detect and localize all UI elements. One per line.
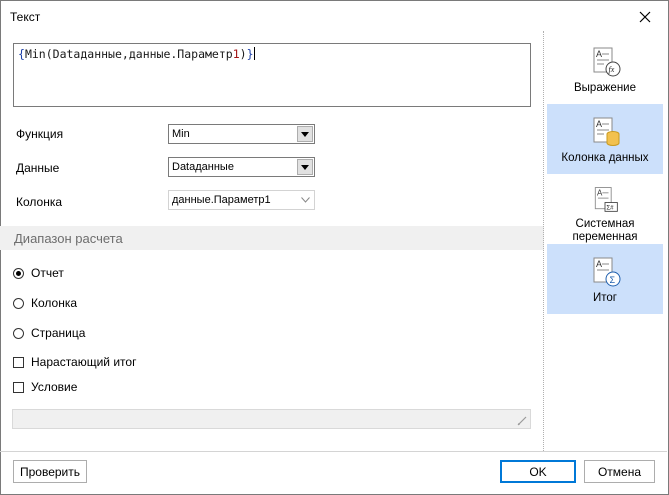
svg-text:A: A: [597, 188, 603, 197]
chevron-down-icon: [301, 164, 309, 170]
sidebar-item-expression[interactable]: A fx Выражение: [547, 34, 663, 104]
panel-divider: [543, 31, 544, 451]
expr-close-paren: ): [239, 47, 247, 61]
svg-text:A: A: [596, 119, 602, 129]
expr-open-paren: (: [45, 47, 53, 61]
title-bar: Текст: [1, 1, 668, 32]
radio-button-selected[interactable]: [13, 267, 24, 279]
column-dropdown-button[interactable]: [297, 192, 313, 208]
expr-arg2-num: 1: [232, 47, 240, 61]
data-select[interactable]: Dataданные: [168, 157, 315, 177]
svg-text:Σ#: Σ#: [606, 205, 614, 212]
data-dropdown-button[interactable]: [297, 159, 313, 175]
radio-button[interactable]: [13, 327, 24, 339]
edit-pencil-icon[interactable]: [517, 416, 527, 426]
sidebar-item-expression-label: Выражение: [574, 82, 636, 94]
radio-button[interactable]: [13, 297, 24, 309]
window-title: Текст: [10, 10, 41, 24]
svg-text:A: A: [596, 49, 602, 59]
expr-open-brace: {: [18, 47, 25, 61]
condition-label: Условие: [31, 380, 78, 394]
function-select[interactable]: Min: [168, 124, 315, 144]
column-label: Колонка: [16, 195, 63, 209]
svg-text:A: A: [596, 259, 602, 269]
condition-expression-field[interactable]: [12, 409, 531, 429]
radio-column[interactable]: Колонка: [13, 296, 77, 310]
summary-icon: A Σ: [593, 257, 621, 287]
close-icon: [639, 11, 651, 22]
function-dropdown-button[interactable]: [297, 126, 313, 142]
expression-icon: A fx: [593, 47, 621, 77]
cancel-button[interactable]: Отмена: [584, 460, 655, 483]
radio-page[interactable]: Страница: [13, 326, 85, 340]
chevron-down-icon: [300, 197, 310, 203]
sidebar-item-data-column-label: Колонка данных: [561, 152, 649, 164]
svg-text:Σ: Σ: [610, 275, 616, 285]
expr-close-brace: }: [246, 47, 254, 61]
expression-editor[interactable]: {Min(Dataданные,данные.Параметр1)}: [13, 43, 531, 107]
data-select-value: Dataданные: [172, 161, 234, 173]
sidebar-item-summary-label: Итог: [593, 292, 617, 304]
expr-arg2: данные.Параметр: [128, 47, 233, 61]
function-select-value: Min: [172, 128, 190, 140]
footer-divider: [0, 451, 667, 452]
data-label: Данные: [16, 161, 60, 175]
expr-function: Min: [24, 47, 46, 61]
column-select-value: данные.Параметр1: [172, 194, 271, 206]
expr-comma: ,: [121, 47, 129, 61]
running-total-checkbox[interactable]: Нарастающий итог: [13, 355, 136, 369]
text-caret: [253, 47, 255, 60]
running-total-label: Нарастающий итог: [31, 355, 137, 369]
function-label: Функция: [16, 127, 64, 141]
radio-page-label: Страница: [31, 326, 86, 340]
chevron-down-icon: [301, 131, 309, 137]
checkbox[interactable]: [13, 356, 24, 368]
svg-text:fx: fx: [609, 65, 615, 74]
sidebar-item-data-column[interactable]: A Колонка данных: [547, 104, 663, 174]
expr-arg1: Dataданные: [52, 47, 122, 61]
radio-report[interactable]: Отчет: [13, 266, 64, 280]
check-button[interactable]: Проверить: [13, 460, 87, 483]
condition-checkbox[interactable]: Условие: [13, 380, 77, 394]
sidebar-item-system-variable[interactable]: A Σ# Системная переменная: [547, 174, 663, 244]
ok-button[interactable]: OK: [500, 460, 576, 483]
system-variable-icon: A Σ#: [594, 187, 618, 212]
sidebar-item-system-variable-label-2: переменная: [572, 231, 638, 243]
radio-report-label: Отчет: [31, 266, 64, 280]
range-section-heading: Диапазон расчета: [0, 226, 544, 250]
sidebar-item-system-variable-label-1: Системная: [575, 218, 635, 230]
sidebar-item-summary[interactable]: A Σ Итог: [547, 244, 663, 314]
column-select[interactable]: данные.Параметр1: [168, 190, 315, 210]
close-button[interactable]: [622, 1, 668, 32]
radio-column-label: Колонка: [31, 296, 78, 310]
checkbox[interactable]: [13, 381, 24, 393]
data-column-icon: A: [593, 117, 620, 146]
